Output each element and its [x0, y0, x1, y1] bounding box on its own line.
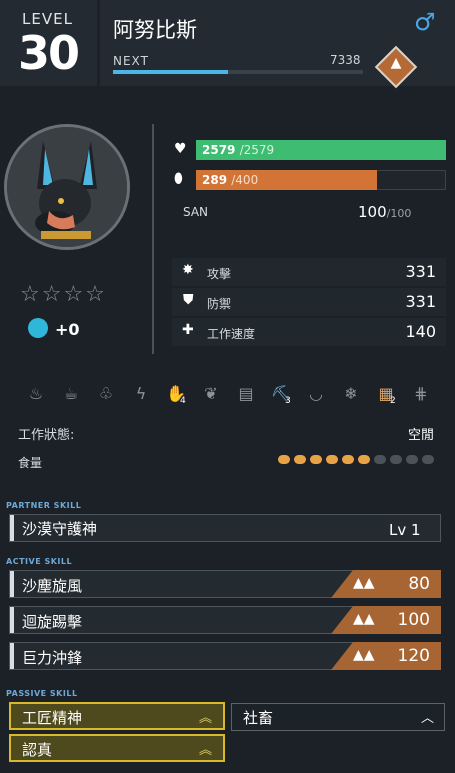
stat-value-defense: 331: [405, 292, 436, 311]
cooling-icon: ❄: [344, 384, 358, 403]
watering-icon: ☕: [63, 384, 79, 403]
appetite-pip: [310, 455, 322, 464]
anubis-portrait-icon: [7, 127, 127, 247]
work-status-value: 空閒: [408, 428, 435, 443]
rank-up-chevron-icon: ︽: [199, 711, 212, 726]
transporting-icon: ▦ 2: [378, 384, 396, 406]
rank-up-chevron-icon: ︿: [421, 711, 434, 726]
skill-row-accent: [10, 515, 14, 541]
passive-skill-name: 社畜: [243, 709, 274, 727]
partner-skill-level: Lv 1: [389, 521, 421, 539]
medicine-icon: ◡: [309, 384, 323, 403]
skill-row-accent: [10, 607, 14, 633]
male-gender-icon: ♂: [414, 8, 436, 36]
stat-value-attack: 331: [405, 262, 436, 281]
stat-label-attack: 攻擊: [207, 267, 232, 281]
skill-power-value: 80: [408, 574, 430, 594]
hp-max: /2579: [239, 143, 275, 157]
next-exp-label: NEXT: [113, 54, 149, 68]
work-badge-glyph: ▲: [390, 55, 402, 71]
vertical-divider: [152, 124, 154, 354]
appetite-pip: [358, 455, 370, 464]
san-max: /100: [386, 207, 412, 220]
active-skill-heading: ACTIVE SKILL: [6, 557, 73, 566]
pal-soul-icon: [28, 318, 48, 338]
appetite-pip: [374, 455, 386, 464]
appetite-pips: [278, 453, 438, 467]
level-value: 30: [18, 26, 80, 80]
food-max: /400: [231, 173, 259, 187]
pal-name: 阿努比斯: [113, 18, 197, 42]
appetite-pip: [342, 455, 354, 464]
active-skill-name: 迴旋踢擊: [22, 613, 83, 631]
active-skill-name: 沙塵旋風: [22, 577, 83, 595]
exp-bar-fill: [113, 70, 228, 74]
appetite-pip: [294, 455, 306, 464]
rank-up-chevron-icon: ︽: [199, 743, 212, 758]
kindling-icon: ♨: [28, 384, 44, 403]
passive-skill-name: 認真: [22, 741, 53, 759]
passive-skill-heading: PASSIVE SKILL: [6, 689, 78, 698]
mining-icon: ⛏ 3: [270, 384, 292, 406]
skill-power-value: 100: [397, 610, 430, 630]
hp-text: 2579 /2579: [202, 143, 274, 157]
lumbering-icon: ▤: [238, 384, 254, 403]
handiwork-icon: ✋ 4: [166, 384, 186, 406]
heart-icon: ♥: [174, 141, 187, 157]
food-text: 289 /400: [202, 173, 258, 187]
partner-skill-heading: PARTNER SKILL: [6, 501, 82, 510]
active-skill-name: 巨力沖鋒: [22, 649, 83, 667]
skill-row-accent: [10, 571, 14, 597]
stat-label-work-speed: 工作速度: [207, 327, 256, 341]
food-current: 289: [202, 173, 228, 187]
appetite-pip: [326, 455, 338, 464]
food-icon: ⬮: [174, 171, 183, 187]
planting-icon: ♧: [98, 384, 114, 403]
appetite-pip: [390, 455, 402, 464]
gathering-icon: ❦: [204, 384, 218, 403]
appetite-pip: [422, 455, 434, 464]
soul-count: +0: [55, 320, 80, 339]
passive-skill-name: 工匠精神: [22, 709, 83, 727]
skill-power-value: 120: [397, 646, 430, 666]
partner-skill-name: 沙漠守護神: [22, 520, 98, 538]
skill-row-accent: [10, 643, 14, 669]
san-text: 100/100: [358, 203, 411, 221]
handiwork-level: 4: [180, 396, 186, 406]
transporting-level: 2: [390, 396, 396, 406]
rank-stars: ☆☆☆☆: [20, 282, 107, 307]
work-suitability-row: ♨ ☕ ♧ ϟ ✋ 4 ❦ ▤ ⛏ 3 ◡ ❄ ▦ 2 ⋕: [0, 380, 455, 412]
stat-label-defense: 防禦: [207, 297, 232, 311]
pal-portrait: [4, 124, 130, 250]
electricity-icon: ϟ: [135, 384, 147, 403]
appetite-pip: [278, 455, 290, 464]
appetite-pip: [406, 455, 418, 464]
hp-current: 2579: [202, 143, 236, 157]
mining-level: 3: [285, 396, 291, 406]
appetite-label: 食量: [18, 456, 43, 470]
work-speed-icon: ✚: [182, 322, 194, 338]
san-label: SAN: [183, 205, 209, 219]
stat-value-work-speed: 140: [405, 322, 436, 341]
attack-icon: ✸: [182, 262, 194, 278]
defense-icon: ⛊: [183, 292, 194, 308]
next-exp-value: 7338: [330, 53, 361, 67]
work-status-label: 工作狀態:: [18, 428, 75, 443]
farming-icon: ⋕: [414, 384, 428, 403]
san-current: 100: [358, 203, 387, 221]
